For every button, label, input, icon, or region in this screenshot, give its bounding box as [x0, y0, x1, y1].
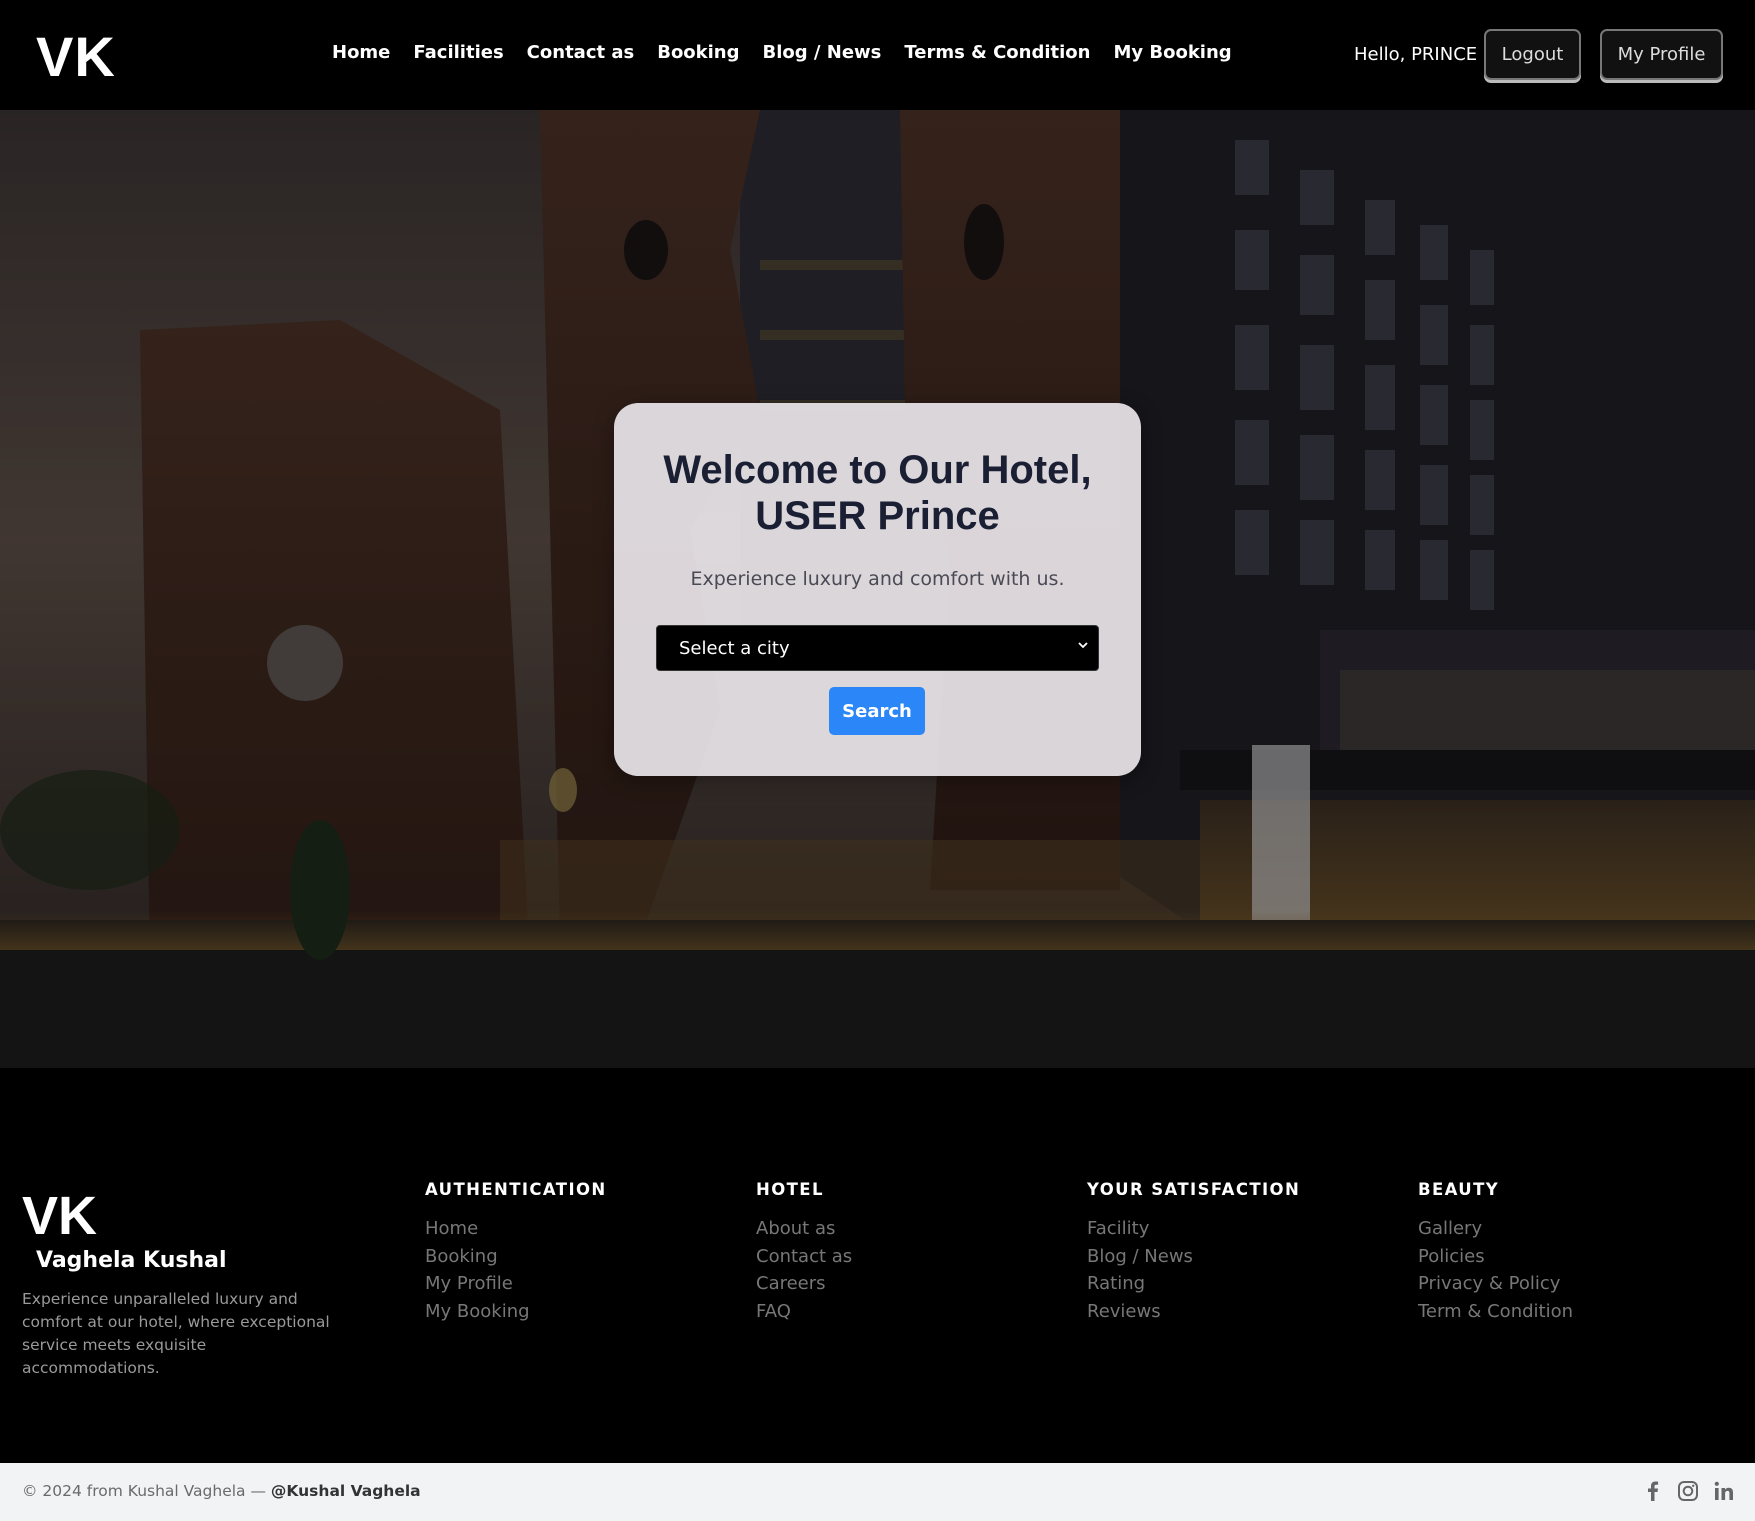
footer-link-privacy[interactable]: Privacy & Policy: [1418, 1270, 1573, 1298]
footer: VK Vaghela Kushal Experience unparallele…: [0, 1068, 1755, 1463]
navbar: VK Home Facilities Contact as Booking Bl…: [0, 0, 1755, 110]
main-nav: Home Facilities Contact as Booking Blog …: [332, 42, 1232, 63]
logout-button[interactable]: Logout: [1484, 29, 1581, 80]
chevron-down-icon: [1078, 638, 1088, 654]
footer-heading: AUTHENTICATION: [425, 1180, 607, 1199]
footer-heading: HOTEL: [756, 1180, 824, 1199]
nav-home[interactable]: Home: [332, 42, 390, 63]
city-select-value: Select a city: [679, 637, 790, 659]
footer-brand-name: Vaghela Kushal: [36, 1248, 227, 1273]
welcome-subtitle: Experience luxury and comfort with us.: [690, 568, 1065, 590]
author-handle[interactable]: @Kushal Vaghela: [271, 1482, 421, 1500]
footer-column-satisfaction: YOUR SATISFACTION Facility Blog / News R…: [1087, 1180, 1300, 1325]
footer-link-reviews[interactable]: Reviews: [1087, 1298, 1300, 1326]
footer-link-careers[interactable]: Careers: [756, 1270, 852, 1298]
footer-link-contact[interactable]: Contact as: [756, 1243, 852, 1271]
nav-facilities[interactable]: Facilities: [413, 42, 503, 63]
footer-link-blog-news[interactable]: Blog / News: [1087, 1243, 1300, 1271]
footer-link-home[interactable]: Home: [425, 1215, 607, 1243]
footer-link-my-booking[interactable]: My Booking: [425, 1298, 607, 1326]
footer-heading: BEAUTY: [1418, 1180, 1500, 1199]
user-greeting: Hello, PRINCE: [1354, 44, 1478, 65]
footer-column-beauty: BEAUTY Gallery Policies Privacy & Policy…: [1418, 1180, 1573, 1325]
nav-contact[interactable]: Contact as: [527, 42, 635, 63]
footer-column-hotel: HOTEL About as Contact as Careers FAQ: [756, 1180, 852, 1325]
hero-section: Welcome to Our Hotel, USER Prince Experi…: [0, 110, 1755, 1068]
facebook-icon[interactable]: [1643, 1480, 1663, 1502]
footer-link-terms[interactable]: Term & Condition: [1418, 1298, 1573, 1326]
welcome-title: Welcome to Our Hotel, USER Prince: [614, 447, 1141, 539]
footer-description: Experience unparalleled luxury and comfo…: [22, 1290, 330, 1377]
nav-terms[interactable]: Terms & Condition: [904, 42, 1090, 63]
footer-link-gallery[interactable]: Gallery: [1418, 1215, 1573, 1243]
instagram-icon[interactable]: [1677, 1480, 1699, 1502]
footer-link-my-profile[interactable]: My Profile: [425, 1270, 607, 1298]
footer-link-facility[interactable]: Facility: [1087, 1215, 1300, 1243]
footer-logo: VK: [22, 1186, 98, 1246]
footer-link-policies[interactable]: Policies: [1418, 1243, 1573, 1271]
footer-heading: YOUR SATISFACTION: [1087, 1180, 1301, 1199]
copyright-text: © 2024 from Kushal Vaghela — @Kushal Vag…: [22, 1482, 421, 1500]
copyright-prefix: © 2024 from Kushal Vaghela —: [22, 1482, 271, 1500]
footer-link-about[interactable]: About as: [756, 1215, 852, 1243]
footer-link-rating[interactable]: Rating: [1087, 1270, 1300, 1298]
city-select[interactable]: Select a city: [656, 625, 1099, 671]
linkedin-icon[interactable]: [1713, 1480, 1735, 1502]
nav-blog-news[interactable]: Blog / News: [763, 42, 882, 63]
social-links: [1643, 1480, 1735, 1502]
welcome-title-line2: USER Prince: [755, 494, 1000, 538]
welcome-card: Welcome to Our Hotel, USER Prince Experi…: [614, 403, 1141, 776]
nav-my-booking[interactable]: My Booking: [1113, 42, 1231, 63]
brand-logo[interactable]: VK: [36, 24, 116, 90]
bottom-bar: © 2024 from Kushal Vaghela — @Kushal Vag…: [0, 1463, 1755, 1521]
footer-link-faq[interactable]: FAQ: [756, 1298, 852, 1326]
search-button[interactable]: Search: [829, 687, 925, 735]
my-profile-button[interactable]: My Profile: [1600, 29, 1723, 80]
welcome-title-line1: Welcome to Our Hotel,: [663, 448, 1092, 492]
nav-booking[interactable]: Booking: [657, 42, 739, 63]
footer-column-authentication: AUTHENTICATION Home Booking My Profile M…: [425, 1180, 607, 1325]
footer-link-booking[interactable]: Booking: [425, 1243, 607, 1271]
